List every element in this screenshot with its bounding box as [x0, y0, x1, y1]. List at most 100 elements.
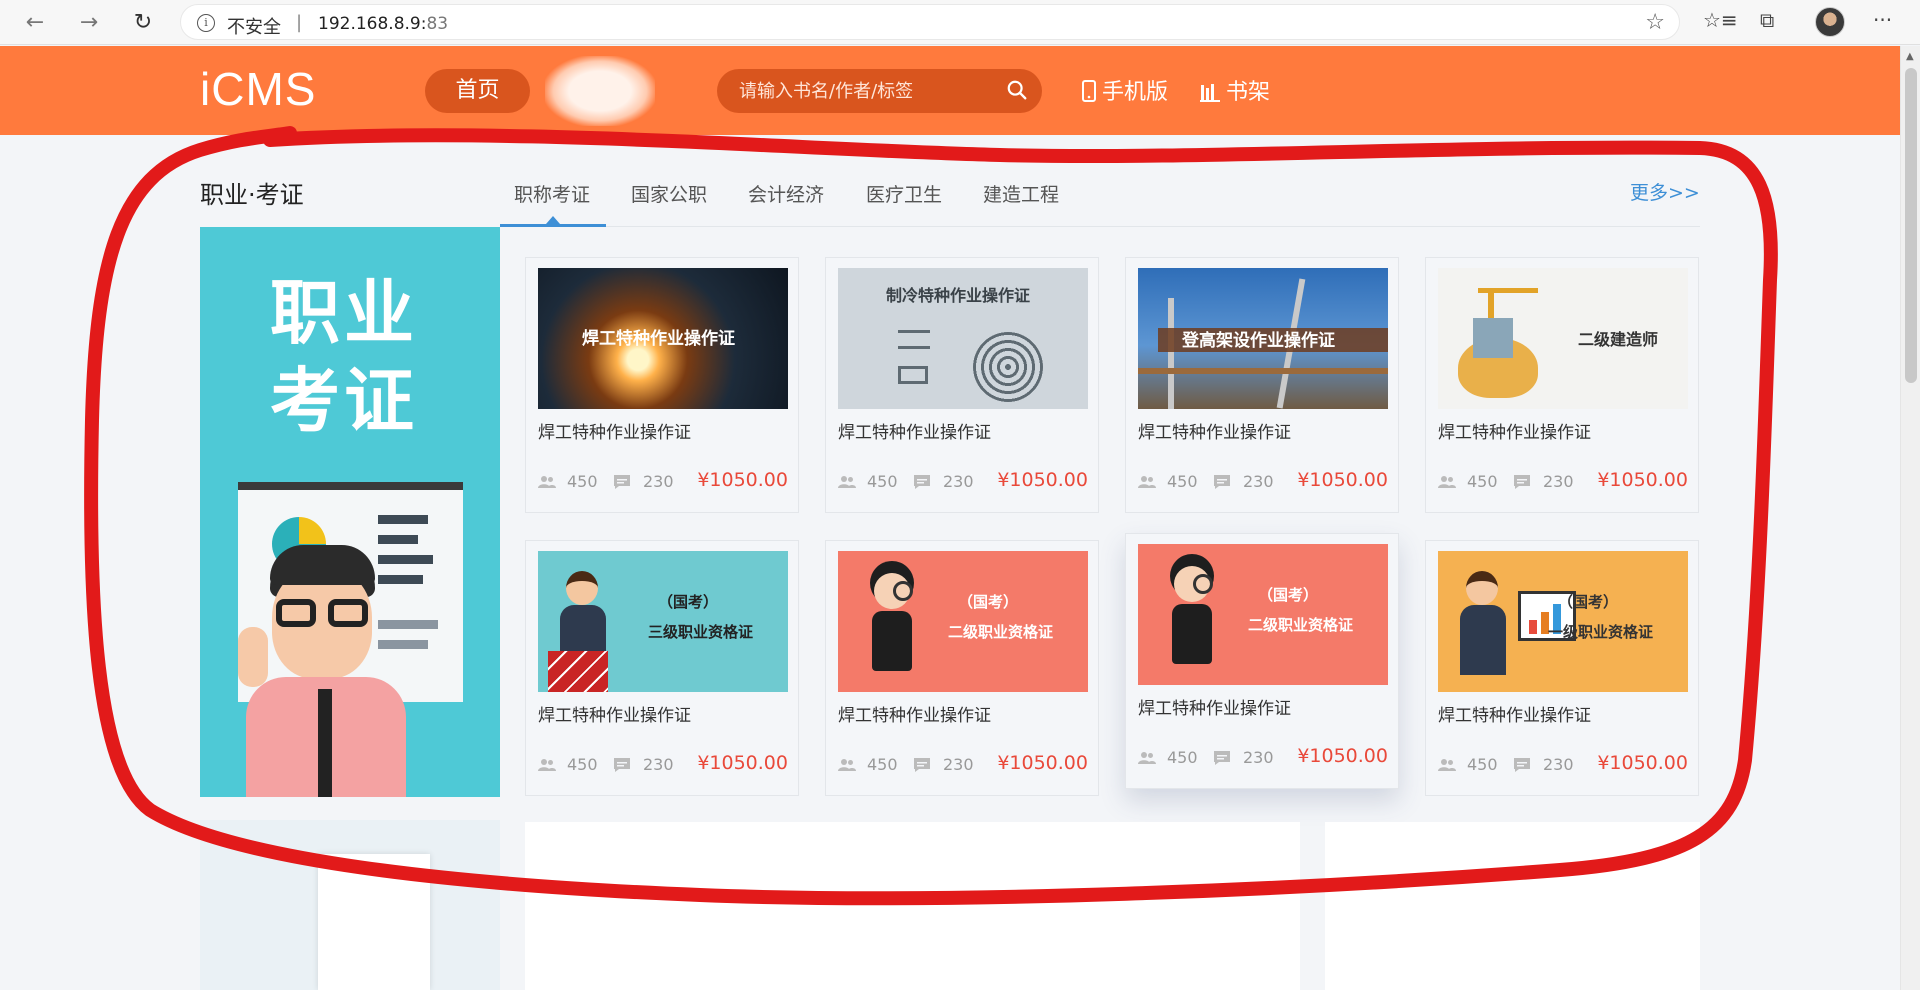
course-card[interactable]: 登高架设作业操作证 焊工特种作业操作证 450 230 ¥1050.00 [1125, 257, 1399, 513]
course-card[interactable]: 二级建造师 焊工特种作业操作证 450 230 ¥1050.00 [1425, 257, 1699, 513]
course-thumbnail[interactable]: （国考） 二级职业资格证 [1138, 544, 1388, 685]
course-meta: 450 230 ¥1050.00 [1438, 752, 1688, 778]
students-count: 450 [1467, 755, 1498, 774]
course-card[interactable]: 焊工特种作业操作证 焊工特种作业操作证 450 230 ¥1050.00 [525, 257, 799, 513]
reload-icon[interactable]: ↻ [128, 8, 158, 38]
comments-count: 230 [1243, 472, 1274, 491]
course-title[interactable]: 焊工特种作业操作证 [1438, 701, 1591, 726]
info-icon[interactable]: i [197, 14, 215, 32]
course-thumbnail[interactable]: 制冷特种作业操作证 [838, 268, 1088, 409]
favorites-list-icon[interactable]: ☆≡ [1703, 8, 1738, 32]
course-meta: 450 230 ¥1050.00 [1138, 745, 1388, 771]
students-icon [1438, 759, 1456, 771]
blurred-nav-item[interactable] [545, 56, 655, 126]
back-arrow-icon[interactable]: ← [20, 8, 50, 38]
students-count: 450 [867, 755, 898, 774]
course-thumbnail[interactable]: 二级建造师 [1438, 268, 1688, 409]
thumbnail-caption: 登高架设作业操作证 [1182, 331, 1335, 351]
comments-count: 230 [1543, 755, 1574, 774]
course-thumbnail[interactable]: 登高架设作业操作证 [1138, 268, 1388, 409]
banner-character-tie [318, 689, 332, 797]
thumbnail-caption: （国考） [1558, 593, 1619, 611]
favorite-star-icon[interactable]: ☆ [1645, 10, 1665, 35]
site-logo[interactable]: iCMS [200, 62, 316, 116]
course-title[interactable]: 焊工特种作业操作证 [538, 701, 691, 726]
thumbnail-caption: 焊工特种作业操作证 [582, 329, 735, 349]
profile-avatar[interactable] [1815, 7, 1845, 37]
more-link[interactable]: 更多>> [1630, 178, 1700, 205]
search-input[interactable] [739, 77, 989, 105]
search-icon[interactable] [1006, 79, 1028, 101]
phone-icon [1082, 80, 1096, 102]
course-price: ¥1050.00 [1297, 745, 1388, 767]
course-thumbnail[interactable]: （国考） 三级职业资格证 [538, 551, 788, 692]
url-text[interactable]: 192.168.8.9:83 [318, 14, 448, 34]
more-menu-icon[interactable]: ··· [1873, 8, 1892, 32]
course-title[interactable]: 焊工特种作业操作证 [1438, 418, 1591, 443]
thumbnail-caption-line2: 二级职业资格证 [1248, 616, 1354, 634]
thumbnail-caption-line2: 三级职业资格证 [648, 623, 754, 641]
comments-count: 230 [643, 472, 674, 491]
course-meta: 450 230 ¥1050.00 [538, 469, 788, 495]
forward-arrow-icon[interactable]: → [74, 8, 104, 38]
tab-medical[interactable]: 医疗卫生 [866, 180, 942, 207]
bottom-side-panel [1325, 822, 1700, 990]
course-price: ¥1050.00 [1297, 469, 1388, 491]
course-price: ¥1050.00 [697, 752, 788, 774]
course-meta: 450 230 ¥1050.00 [838, 752, 1088, 778]
nav-home-button[interactable]: 首页 [425, 69, 530, 113]
course-title[interactable]: 焊工特种作业操作证 [1138, 694, 1291, 719]
comment-icon [614, 475, 630, 489]
course-title[interactable]: 焊工特种作业操作证 [838, 418, 991, 443]
comment-icon [1514, 758, 1530, 772]
nav-shelf-link[interactable]: 书架 [1200, 74, 1270, 106]
search-box [717, 69, 1042, 113]
nav-mobile-link[interactable]: 手机版 [1082, 74, 1168, 106]
course-thumbnail[interactable]: （国考） 一级职业资格证 [1438, 551, 1688, 692]
course-title[interactable]: 焊工特种作业操作证 [1138, 418, 1291, 443]
comment-icon [1514, 475, 1530, 489]
tab-professional-title[interactable]: 职称考证 [514, 180, 590, 207]
section-title: 职业·考证 [200, 181, 304, 209]
course-title[interactable]: 焊工特种作业操作证 [538, 418, 691, 443]
bottom-thumbnail[interactable] [318, 854, 430, 990]
course-card[interactable]: （国考） 二级职业资格证焊工特种作业操作证 450 230 ¥1050.00 [825, 540, 1099, 796]
tab-accounting[interactable]: 会计经济 [748, 180, 824, 207]
course-meta: 450 230 ¥1050.00 [1138, 469, 1388, 495]
course-title[interactable]: 焊工特种作业操作证 [838, 701, 991, 726]
category-banner[interactable]: 职业 考证 [200, 227, 500, 797]
course-card[interactable]: （国考） 二级职业资格证焊工特种作业操作证 450 230 ¥1050.00 [1125, 533, 1399, 789]
collections-icon[interactable]: ⧉ [1760, 8, 1774, 32]
banner-character-thumb [238, 627, 268, 687]
course-thumbnail[interactable]: （国考） 二级职业资格证 [838, 551, 1088, 692]
course-price: ¥1050.00 [1597, 752, 1688, 774]
address-separator: | [296, 12, 303, 33]
students-icon [1438, 476, 1456, 488]
students-icon [838, 476, 856, 488]
thumbnail-caption: 二级建造师 [1578, 330, 1659, 349]
course-card[interactable]: （国考） 一级职业资格证焊工特种作业操作证 450 230 ¥1050.00 [1425, 540, 1699, 796]
nav-shelf-label: 书架 [1226, 80, 1271, 105]
scrollbar-thumb[interactable] [1905, 68, 1917, 383]
active-tab-caret [546, 216, 560, 224]
students-icon [538, 759, 556, 771]
tab-civil-service[interactable]: 国家公职 [631, 180, 707, 207]
scroll-up-icon[interactable]: ▲ [1906, 51, 1914, 62]
course-card[interactable]: 制冷特种作业操作证焊工特种作业操作证 450 230 ¥1050.00 [825, 257, 1099, 513]
thumbnail-caption-line2: 一级职业资格证 [1548, 623, 1654, 641]
page-scrollbar[interactable]: ▲ [1900, 46, 1920, 990]
tab-construction[interactable]: 建造工程 [983, 180, 1059, 207]
course-price: ¥1050.00 [997, 752, 1088, 774]
thumbnail-caption: 制冷特种作业操作证 [886, 286, 1031, 305]
address-bar[interactable]: i 不安全 | 192.168.8.9:83 ☆ [180, 4, 1680, 40]
course-card[interactable]: （国考） 三级职业资格证 焊工特种作业操作证 450 230 ¥1050.00 [525, 540, 799, 796]
comment-icon [914, 475, 930, 489]
course-thumbnail[interactable]: 焊工特种作业操作证 [538, 268, 788, 409]
comment-icon [914, 758, 930, 772]
thumbnail-caption-line2: 二级职业资格证 [948, 623, 1054, 641]
comments-count: 230 [643, 755, 674, 774]
course-meta: 450 230 ¥1050.00 [838, 469, 1088, 495]
tabs-divider [500, 226, 1700, 227]
comments-count: 230 [1543, 472, 1574, 491]
security-label: 不安全 [227, 17, 281, 38]
